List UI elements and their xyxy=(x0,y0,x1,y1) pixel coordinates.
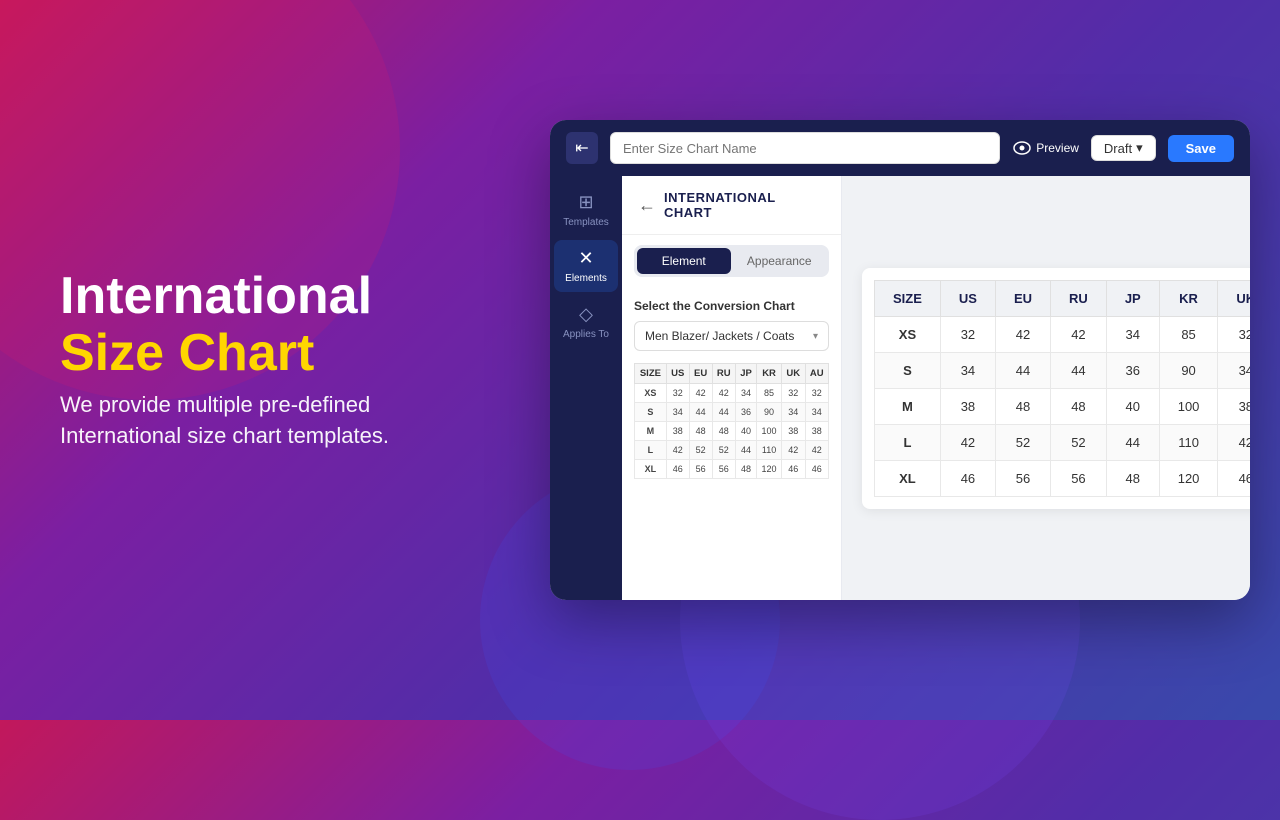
preview-table-header: RU xyxy=(1051,280,1107,316)
table-row: S34444436903434 xyxy=(875,352,1251,388)
left-panel: ← INTERNATIONAL CHART Element Appearance… xyxy=(622,176,842,600)
preview-table-wrapper: SIZEUSEURUJPKRUKAU XS32424234853232S3444… xyxy=(862,268,1250,509)
table-row: M384848401003838 xyxy=(635,422,829,441)
eye-icon xyxy=(1012,138,1032,158)
table-row: M384848401003838 xyxy=(875,388,1251,424)
save-button[interactable]: Save xyxy=(1168,135,1234,162)
chart-back-button[interactable]: ← xyxy=(638,195,656,216)
small-table-header: JP xyxy=(736,364,757,384)
small-table-header: RU xyxy=(712,364,735,384)
draft-button[interactable]: Draft ▾ xyxy=(1091,135,1156,161)
hero-section: International Size Chart We provide mult… xyxy=(60,268,480,452)
table-row: XL465656481204646 xyxy=(875,460,1251,496)
table-row: L425252441104242 xyxy=(635,441,829,460)
preview-table-header: SIZE xyxy=(875,280,941,316)
sidebar-templates-label: Templates xyxy=(563,217,609,228)
hero-subtitle: We provide multiple pre-defined Internat… xyxy=(60,390,480,452)
small-table-header: AU xyxy=(805,364,829,384)
preview-table-header: KR xyxy=(1159,280,1218,316)
sidebar-item-templates[interactable]: ⊞ Templates xyxy=(554,184,618,236)
small-table-header: SIZE xyxy=(635,364,667,384)
conversion-dropdown[interactable]: Men Blazer/ Jackets / Coats ▾ xyxy=(634,321,829,351)
conversion-label: Select the Conversion Chart xyxy=(634,299,829,313)
window-back-button[interactable]: ⇤ xyxy=(566,132,598,164)
hero-title: International Size Chart xyxy=(60,268,480,382)
toggle-tabs: Element Appearance xyxy=(634,245,829,277)
chart-title: INTERNATIONAL CHART xyxy=(664,190,825,220)
small-table-header: UK xyxy=(782,364,805,384)
preview-label: Preview xyxy=(1036,141,1079,155)
tab-appearance-label: Appearance xyxy=(747,254,812,268)
table-row: XL465656481204646 xyxy=(635,460,829,479)
preview-table-header: US xyxy=(940,280,995,316)
dropdown-value: Men Blazer/ Jackets / Coats xyxy=(645,329,794,343)
app-window: ⇤ Preview Draft ▾ Save ⊞ Templates xyxy=(550,120,1250,600)
small-table-header: US xyxy=(666,364,689,384)
sidebar-elements-label: Elements xyxy=(565,273,607,284)
small-table-header: KR xyxy=(757,364,782,384)
table-row: S34444436903434 xyxy=(635,403,829,422)
sidebar: ⊞ Templates ✕ Elements ◇ Applies To xyxy=(550,176,622,600)
back-arrow-icon: ⇤ xyxy=(575,138,588,158)
table-row: L425252441104242 xyxy=(875,424,1251,460)
hero-title-line1: International xyxy=(60,267,372,325)
chevron-down-icon: ▾ xyxy=(1136,140,1143,156)
sidebar-item-applies-to[interactable]: ◇ Applies To xyxy=(554,296,618,348)
save-label: Save xyxy=(1186,141,1216,156)
main-content: ⊞ Templates ✕ Elements ◇ Applies To ← IN… xyxy=(550,176,1250,600)
small-size-table: SIZEUSEURUJPKRUKAU XS32424234853232S3444… xyxy=(634,363,829,479)
chart-name-input[interactable] xyxy=(610,132,1000,164)
sidebar-item-elements[interactable]: ✕ Elements xyxy=(554,240,618,292)
draft-label: Draft xyxy=(1104,141,1132,156)
small-table-header: EU xyxy=(689,364,712,384)
preview-table-header: UK xyxy=(1218,280,1250,316)
preview-button[interactable]: Preview xyxy=(1012,138,1079,158)
panel-content: Select the Conversion Chart Men Blazer/ … xyxy=(622,287,841,600)
sidebar-applies-label: Applies To xyxy=(563,329,609,340)
preview-table: SIZEUSEURUJPKRUKAU XS32424234853232S3444… xyxy=(874,280,1250,497)
tab-element-label: Element xyxy=(662,254,706,268)
top-bar: ⇤ Preview Draft ▾ Save xyxy=(550,120,1250,176)
tab-element[interactable]: Element xyxy=(637,248,731,274)
tab-appearance[interactable]: Appearance xyxy=(733,248,827,274)
right-panel: SIZEUSEURUJPKRUKAU XS32424234853232S3444… xyxy=(842,176,1250,600)
chart-header: ← INTERNATIONAL CHART xyxy=(622,176,841,235)
hero-title-line2: Size Chart xyxy=(60,324,314,382)
preview-table-header: JP xyxy=(1106,280,1159,316)
table-row: XS32424234853232 xyxy=(635,384,829,403)
elements-icon: ✕ xyxy=(578,248,593,269)
applies-to-icon: ◇ xyxy=(579,304,593,325)
left-arrow-icon: ← xyxy=(638,195,656,216)
dropdown-arrow-icon: ▾ xyxy=(813,331,818,342)
templates-icon: ⊞ xyxy=(578,192,593,213)
table-row: XS32424234853232 xyxy=(875,316,1251,352)
preview-table-header: EU xyxy=(995,280,1050,316)
